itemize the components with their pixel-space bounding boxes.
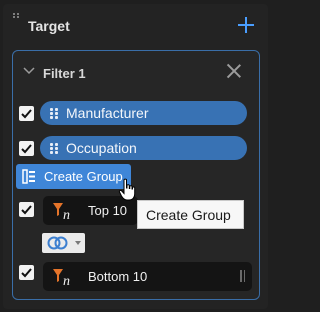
condition-label: Top 10 [88,203,128,218]
create-group-label: Create Group [44,169,123,184]
manufacturer-checkbox[interactable] [19,106,34,121]
logic-operator-dropdown[interactable] [42,233,85,253]
resize-handle-icon[interactable] [240,270,246,284]
panel-title: Target [28,18,70,34]
bottom-10-checkbox[interactable] [19,265,34,280]
chevron-down-icon[interactable] [22,64,36,78]
filter-title: Filter 1 [43,66,86,81]
hand-pointer-icon [118,178,136,201]
drag-dots-icon [13,13,19,18]
add-plus-icon[interactable] [237,16,255,34]
condition-label: Bottom 10 [88,269,148,284]
drag-handle-icon[interactable] [50,108,58,119]
occupation-checkbox[interactable] [19,141,34,156]
close-icon[interactable] [226,63,242,79]
chevron-down-icon [75,241,81,245]
condition-bottom-10[interactable]: n Bottom 10 [43,262,252,291]
tooltip: Create Group [137,200,244,229]
field-label: Occupation [66,140,137,156]
create-group-button[interactable]: Create Group [16,164,131,189]
field-pill-manufacturer[interactable]: Manufacturer [40,101,247,125]
top-10-checkbox[interactable] [19,202,34,217]
intersect-circles-icon [47,236,68,250]
bottom-n-filter-icon: n [53,269,70,287]
field-label: Manufacturer [66,105,149,121]
panel-header: Target [3,4,268,46]
svg-text:n: n [63,208,70,221]
drag-handle-icon[interactable] [50,143,58,154]
field-pill-occupation[interactable]: Occupation [40,136,247,160]
top-n-filter-icon: n [53,203,70,221]
group-list-icon [22,169,35,184]
svg-text:n: n [63,274,70,287]
